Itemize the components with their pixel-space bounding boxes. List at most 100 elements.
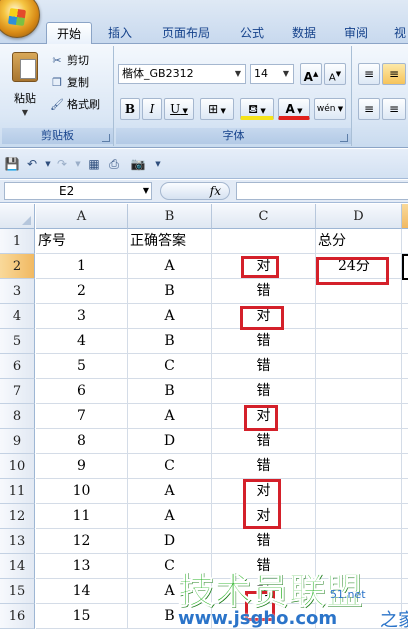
cell-d11[interactable]	[316, 479, 402, 504]
cell-a13[interactable]: 12	[36, 529, 128, 554]
cell-a4[interactable]: 3	[36, 304, 128, 329]
cell-c13[interactable]: 错	[212, 529, 316, 554]
cell-e9[interactable]	[402, 429, 408, 454]
cell-e8[interactable]	[402, 404, 408, 429]
cell-a9[interactable]: 8	[36, 429, 128, 454]
cell-e15[interactable]	[402, 579, 408, 604]
office-button[interactable]	[0, 0, 40, 38]
phonetic-guide-button[interactable]: wén ▼	[314, 98, 346, 120]
cell-d8[interactable]	[316, 404, 402, 429]
cell-d4[interactable]	[316, 304, 402, 329]
cell-d3[interactable]	[316, 279, 402, 304]
cell-d10[interactable]	[316, 454, 402, 479]
align-middle-button[interactable]: ≡	[382, 63, 406, 85]
redo-icon[interactable]: ↷	[54, 156, 70, 172]
row-header-11[interactable]: 11	[0, 479, 35, 504]
cell-d13[interactable]	[316, 529, 402, 554]
cell-e10[interactable]	[402, 454, 408, 479]
cell-b10[interactable]: C	[128, 454, 212, 479]
bold-button[interactable]: B	[120, 98, 140, 120]
active-cell-e2[interactable]	[402, 254, 408, 280]
cell-b4[interactable]: A	[128, 304, 212, 329]
cell-d12[interactable]	[316, 504, 402, 529]
cell-b13[interactable]: D	[128, 529, 212, 554]
cell-a11[interactable]: 10	[36, 479, 128, 504]
align-top-button[interactable]: ≡	[358, 63, 380, 85]
cell-d6[interactable]	[316, 354, 402, 379]
cell-a14[interactable]: 13	[36, 554, 128, 579]
tab-page-layout[interactable]: 页面布局	[152, 22, 220, 44]
cell-d1[interactable]: 总分	[316, 229, 402, 254]
cell-a15[interactable]: 14	[36, 579, 128, 604]
row-header-1[interactable]: 1	[0, 229, 35, 254]
cell-e5[interactable]	[402, 329, 408, 354]
cell-b2[interactable]: A	[128, 254, 212, 279]
cell-c9[interactable]: 错	[212, 429, 316, 454]
undo-icon[interactable]: ↶	[24, 156, 40, 172]
cell-a8[interactable]: 7	[36, 404, 128, 429]
font-name-combo[interactable]: 楷体_GB2312 ▼	[118, 64, 246, 84]
cell-c12[interactable]: 对	[212, 504, 316, 529]
cut-button[interactable]: ✂ 剪切	[50, 52, 89, 69]
font-size-combo[interactable]: 14 ▼	[250, 64, 294, 84]
column-header-c[interactable]: C	[212, 204, 316, 229]
cell-b8[interactable]: A	[128, 404, 212, 429]
cell-b7[interactable]: B	[128, 379, 212, 404]
column-header-d[interactable]: D	[316, 204, 402, 229]
cell-e12[interactable]	[402, 504, 408, 529]
cell-e1[interactable]	[402, 229, 408, 254]
cell-e3[interactable]	[402, 279, 408, 304]
cell-a16[interactable]: 15	[36, 604, 128, 629]
row-header-14[interactable]: 14	[0, 554, 35, 579]
cell-a1[interactable]: 序号	[36, 229, 128, 254]
name-box[interactable]: E2 ▼	[4, 182, 152, 200]
grow-font-button[interactable]: A▲	[300, 63, 322, 85]
save-icon[interactable]: 💾	[4, 156, 20, 172]
row-header-3[interactable]: 3	[0, 279, 35, 304]
row-header-6[interactable]: 6	[0, 354, 35, 379]
shrink-font-button[interactable]: A▼	[324, 63, 346, 85]
print-preview-icon[interactable]: ⎙	[106, 156, 122, 172]
cell-a6[interactable]: 5	[36, 354, 128, 379]
align-left-button[interactable]: ≡	[358, 98, 380, 120]
cell-d7[interactable]	[316, 379, 402, 404]
row-header-10[interactable]: 10	[0, 454, 35, 479]
select-all-button[interactable]	[0, 204, 35, 229]
row-header-7[interactable]: 7	[0, 379, 35, 404]
tab-data[interactable]: 数据	[282, 22, 326, 44]
font-dialog-launcher-icon[interactable]	[340, 134, 348, 142]
tab-home[interactable]: 开始	[46, 22, 93, 45]
cell-c10[interactable]: 错	[212, 454, 316, 479]
row-header-9[interactable]: 9	[0, 429, 35, 454]
row-header-8[interactable]: 8	[0, 404, 35, 429]
tab-insert[interactable]: 插入	[98, 22, 142, 44]
row-header-15[interactable]: 15	[0, 579, 35, 604]
cell-c11[interactable]: 对	[212, 479, 316, 504]
cell-b9[interactable]: D	[128, 429, 212, 454]
cell-b3[interactable]: B	[128, 279, 212, 304]
cell-a7[interactable]: 6	[36, 379, 128, 404]
row-header-4[interactable]: 4	[0, 304, 35, 329]
cell-d2[interactable]: 24分	[316, 254, 402, 279]
row-header-13[interactable]: 13	[0, 529, 35, 554]
fill-color-button[interactable]: ⛾ ▼	[240, 98, 274, 120]
row-header-5[interactable]: 5	[0, 329, 35, 354]
tab-formulas[interactable]: 公式	[230, 22, 274, 44]
underline-button[interactable]: U ▼	[164, 98, 194, 120]
cell-a2[interactable]: 1	[36, 254, 128, 279]
tab-review[interactable]: 审阅	[334, 22, 378, 44]
cell-d5[interactable]	[316, 329, 402, 354]
cell-a5[interactable]: 4	[36, 329, 128, 354]
insert-function-button[interactable]: fx	[160, 182, 230, 200]
cell-e11[interactable]	[402, 479, 408, 504]
row-header-2[interactable]: 2	[0, 254, 35, 279]
cell-c6[interactable]: 错	[212, 354, 316, 379]
copy-button[interactable]: ❐ 复制	[50, 74, 89, 91]
cell-a10[interactable]: 9	[36, 454, 128, 479]
format-painter-button[interactable]: 🖌 格式刷	[50, 96, 100, 113]
cell-e7[interactable]	[402, 379, 408, 404]
customize-qat-icon[interactable]: ▼	[150, 156, 166, 172]
cell-a12[interactable]: 11	[36, 504, 128, 529]
column-header-a[interactable]: A	[36, 204, 128, 229]
formula-input[interactable]	[236, 182, 408, 200]
